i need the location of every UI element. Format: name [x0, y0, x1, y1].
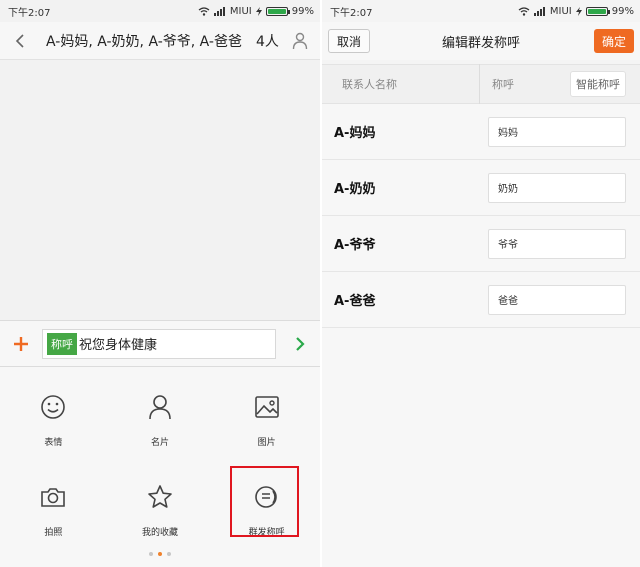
signal-icon [213, 6, 225, 16]
member-count: 4人 [256, 33, 279, 50]
status-bar: 下午2:07 MIUI 99% [0, 0, 320, 22]
table-row: A-爷爷 爷爷 [322, 216, 640, 272]
message-text: 祝您身体健康 [79, 338, 158, 353]
battery-level: 99% [291, 5, 314, 17]
panel-item-label: 拍照 [44, 527, 63, 538]
edit-salutation-screen: 下午2:07 MIUI 99% 取消 编辑群发称呼 确定 联系人名称 称呼 智能… [322, 0, 640, 567]
salutation-input[interactable]: 奶奶 [488, 172, 626, 203]
contact-name: A-爸爸 [334, 294, 376, 309]
column-salutation: 称呼 [492, 78, 514, 91]
page-dot [167, 552, 171, 556]
cancel-button[interactable]: 取消 [328, 29, 371, 53]
back-arrow-icon[interactable] [8, 29, 32, 53]
plus-icon[interactable] [8, 331, 34, 357]
status-time: 下午2:07 [8, 7, 51, 19]
salutation-input[interactable]: 爸爸 [488, 284, 626, 315]
signal-icon [533, 6, 545, 16]
panel-item-label: 名片 [150, 437, 169, 448]
battery-icon [265, 6, 290, 16]
confirm-button[interactable]: 确定 [593, 29, 634, 53]
smart-salutation-button[interactable]: 智能称呼 [570, 71, 626, 97]
salutation-input[interactable]: 爷爷 [488, 228, 626, 259]
table-header: 联系人名称 称呼 智能称呼 [322, 64, 640, 104]
panel-item-emoji[interactable]: 表情 [0, 375, 107, 465]
edit-header: 取消 编辑群发称呼 确定 [322, 22, 640, 60]
smiley-icon [41, 394, 66, 419]
image-icon [254, 395, 279, 418]
carrier-label: MIUI [549, 5, 572, 17]
wifi-icon [518, 6, 530, 16]
table-row: A-奶奶 奶奶 [322, 160, 640, 216]
charging-icon [575, 6, 582, 16]
camera-icon [41, 487, 66, 507]
empty-area [322, 328, 640, 567]
wifi-icon [198, 6, 210, 16]
status-time: 下午2:07 [330, 7, 373, 19]
chat-header: A-妈妈, A-奶奶, A-爷爷, A-爸爸 4人 [0, 22, 320, 60]
message-area [0, 60, 320, 321]
compose-bar: 称呼 祝您身体健康 [0, 321, 320, 367]
battery-icon [585, 6, 610, 16]
message-input[interactable]: 称呼 祝您身体健康 [42, 328, 276, 359]
panel-item-contact-card[interactable]: 名片 [107, 375, 214, 465]
group-profile-icon[interactable] [288, 29, 312, 53]
table-row: A-爸爸 爸爸 [322, 272, 640, 328]
contact-card-icon [149, 394, 171, 419]
page-indicator [0, 552, 320, 556]
page-dot [149, 552, 153, 556]
panel-item-label: 表情 [44, 437, 63, 448]
charging-icon [255, 6, 262, 16]
status-bar: 下午2:07 MIUI 99% [322, 0, 640, 22]
panel-item-label: 我的收藏 [141, 527, 178, 538]
contact-name: A-爷爷 [334, 238, 376, 253]
send-arrow-icon[interactable] [288, 331, 312, 357]
panel-item-image[interactable]: 图片 [213, 375, 320, 465]
panel-item-label: 图片 [257, 437, 276, 448]
chat-screen: 下午2:07 MIUI 99% A-妈妈, A-奶奶, A-爷爷, A-爸爸 4… [0, 0, 320, 567]
salutation-input[interactable]: 妈妈 [488, 116, 626, 147]
star-icon [148, 484, 172, 508]
carrier-label: MIUI [229, 5, 252, 17]
highlight-box [230, 466, 299, 537]
chat-title: A-妈妈, A-奶奶, A-爷爷, A-爸爸 [46, 33, 242, 50]
panel-item-favorites[interactable]: 我的收藏 [107, 465, 214, 555]
contact-name: A-妈妈 [334, 126, 376, 141]
battery-level: 99% [611, 5, 634, 17]
table-row: A-妈妈 妈妈 [322, 104, 640, 160]
column-contact-name: 联系人名称 [342, 78, 397, 91]
salutation-tag[interactable]: 称呼 [47, 332, 77, 355]
panel-item-camera[interactable]: 拍照 [0, 465, 107, 555]
page-dot-active [158, 552, 162, 556]
contact-name: A-奶奶 [334, 182, 376, 197]
